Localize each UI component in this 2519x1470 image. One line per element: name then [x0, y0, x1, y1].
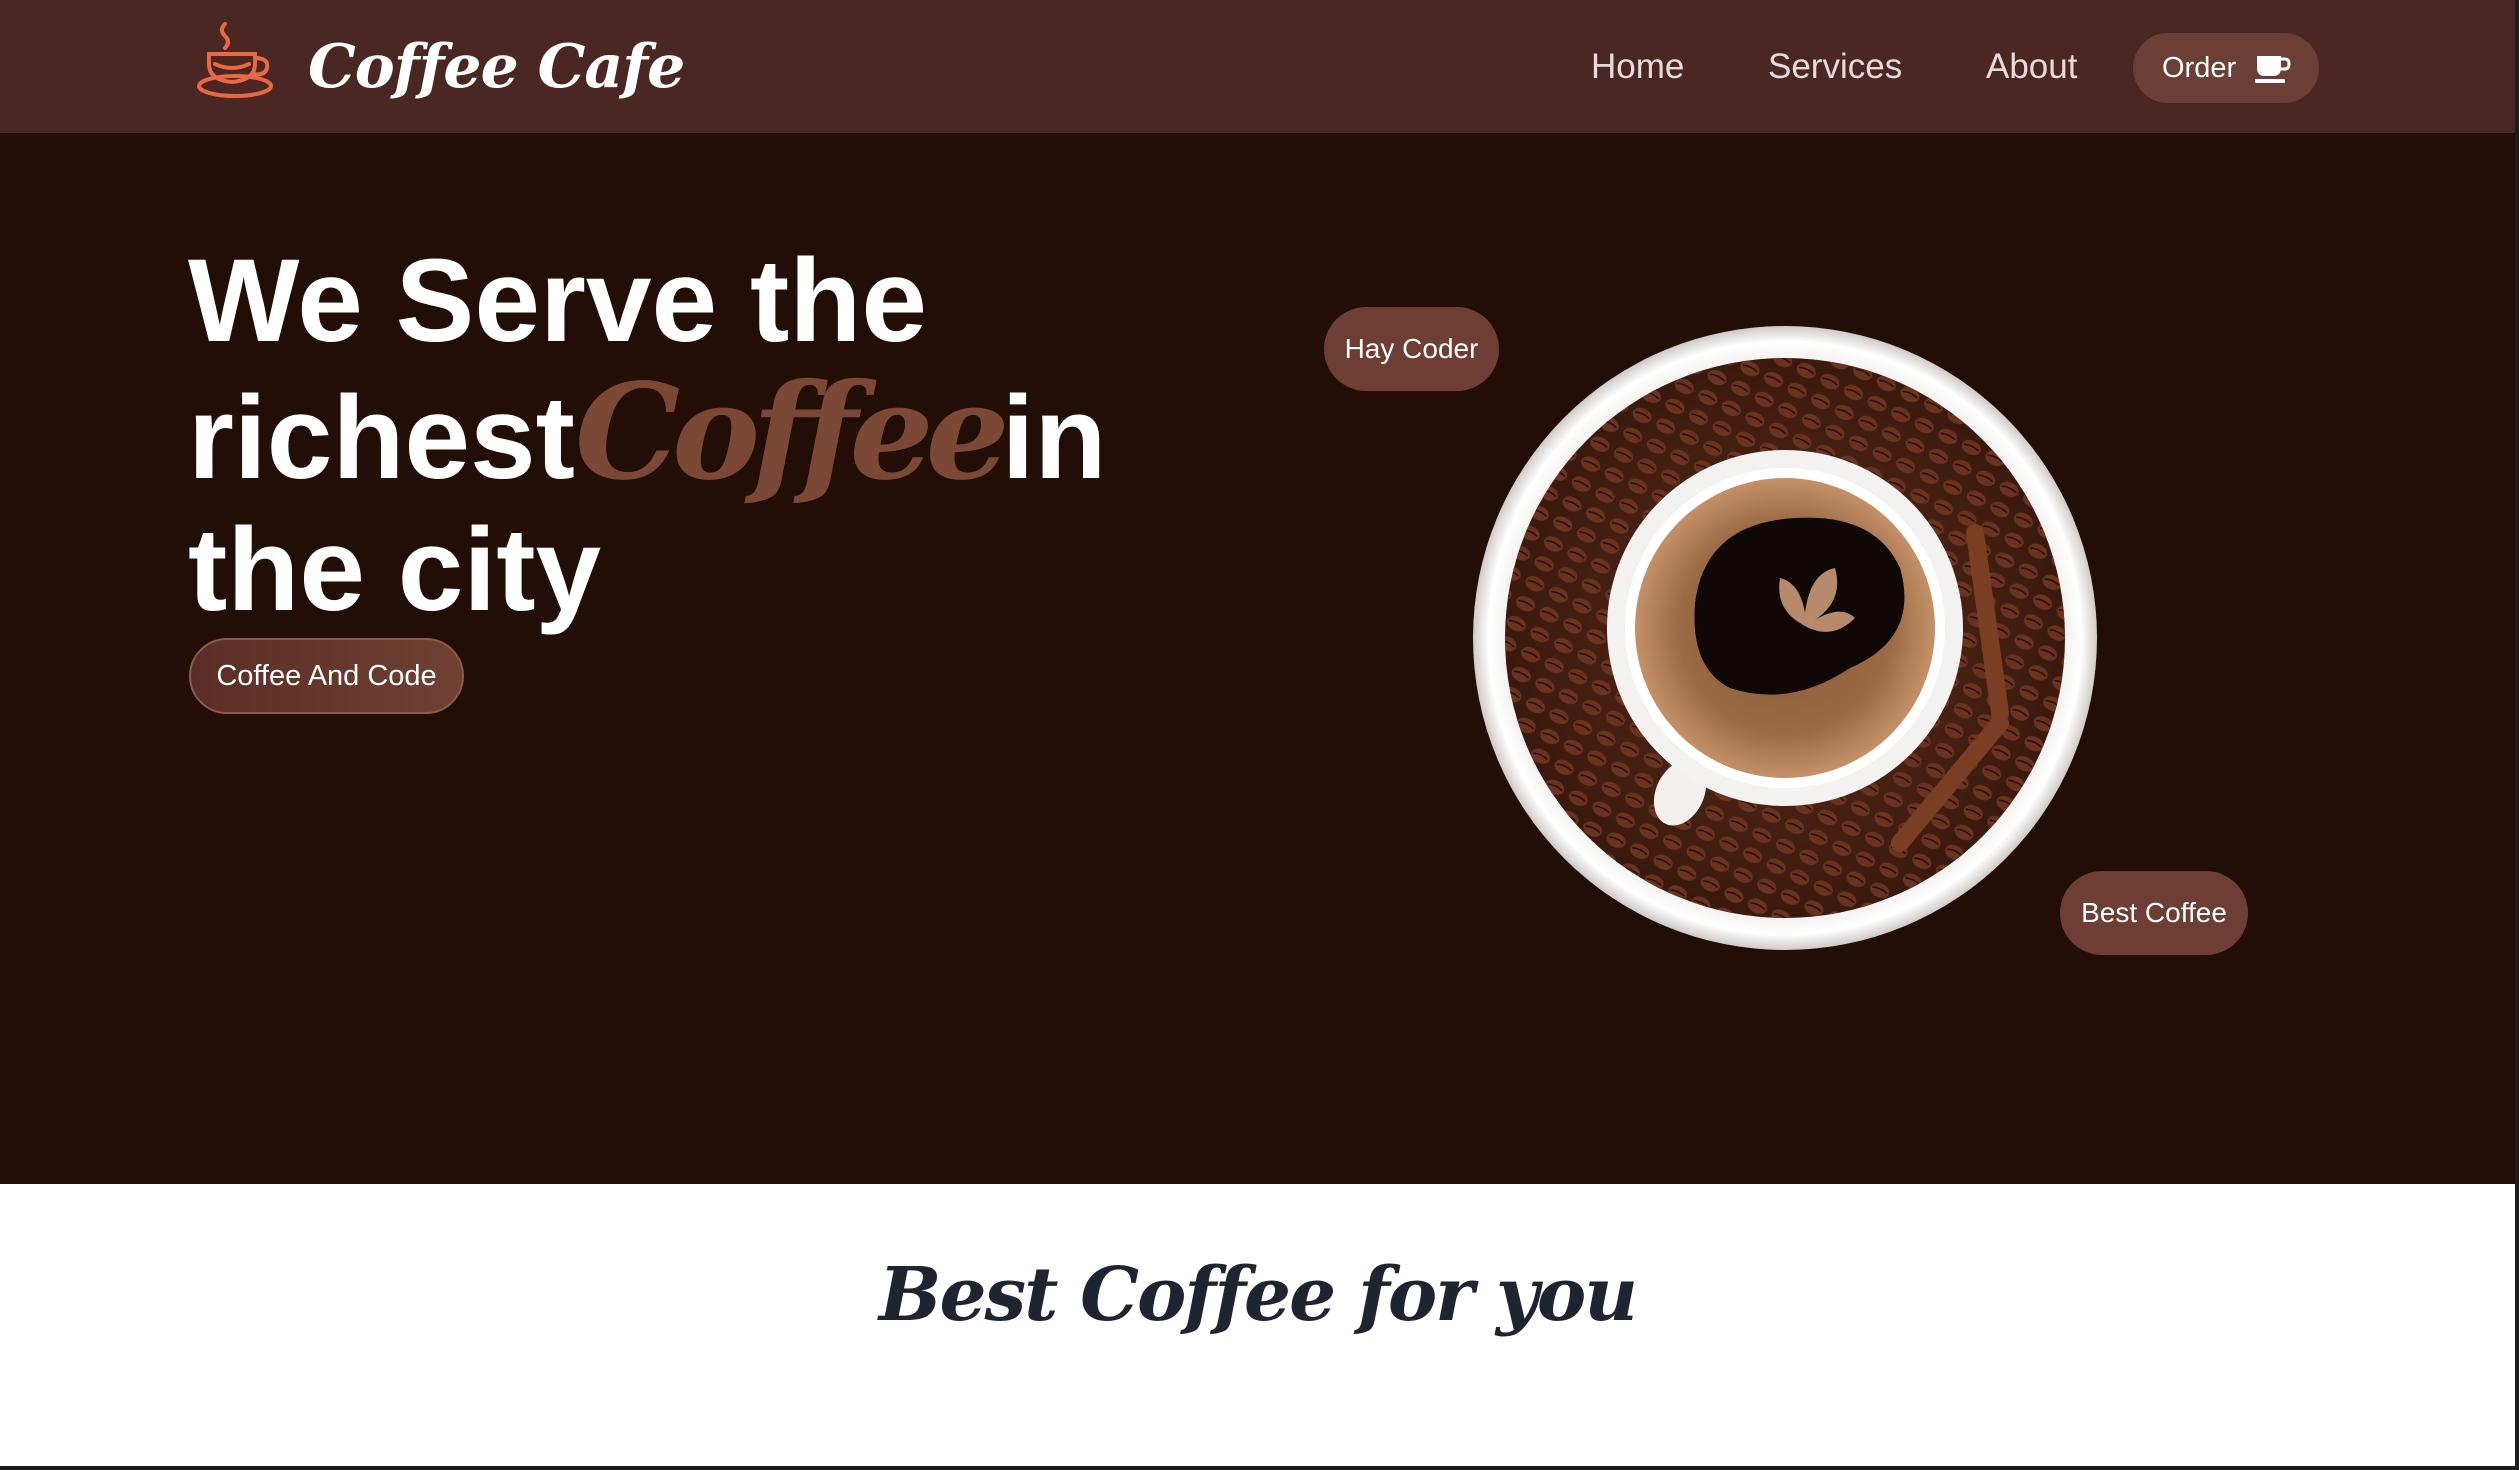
- headline-richest: richest: [188, 372, 575, 504]
- coffee-cup-on-beans-image: [1473, 326, 2097, 950]
- headline-in: in: [1001, 372, 1107, 504]
- coffee-and-code-button[interactable]: Coffee And Code: [189, 638, 464, 714]
- headline-coffee-highlight: Coffee: [574, 355, 1010, 510]
- section-title: Best Coffee for you: [878, 1252, 1638, 1338]
- order-button-label: Order: [2162, 52, 2237, 84]
- hero-headline: We Serve the richestCoffeein the city: [188, 235, 1288, 636]
- nav-services-link[interactable]: Services: [1768, 44, 1902, 89]
- headline-line-1: We Serve the: [188, 235, 927, 367]
- headline-line-3: the city: [188, 504, 602, 636]
- headline-line-2: richestCoffeein: [188, 367, 1288, 505]
- nav-about-link[interactable]: About: [1986, 44, 2077, 89]
- page: Coffee Cafe Home Services About Order We…: [0, 0, 2515, 1466]
- coffee-cup-logo-icon[interactable]: [195, 20, 279, 100]
- brand-name[interactable]: Coffee Cafe: [308, 22, 685, 112]
- navbar: Coffee Cafe Home Services About Order: [0, 0, 2515, 133]
- coffee-cup-icon: [2255, 56, 2291, 83]
- hay-coder-badge: Hay Coder: [1324, 307, 1499, 391]
- hero-section: We Serve the richestCoffeein the city Co…: [0, 133, 2515, 1184]
- nav-home-link[interactable]: Home: [1591, 44, 1684, 89]
- best-coffee-badge: Best Coffee: [2060, 871, 2248, 955]
- order-button[interactable]: Order: [2133, 33, 2319, 103]
